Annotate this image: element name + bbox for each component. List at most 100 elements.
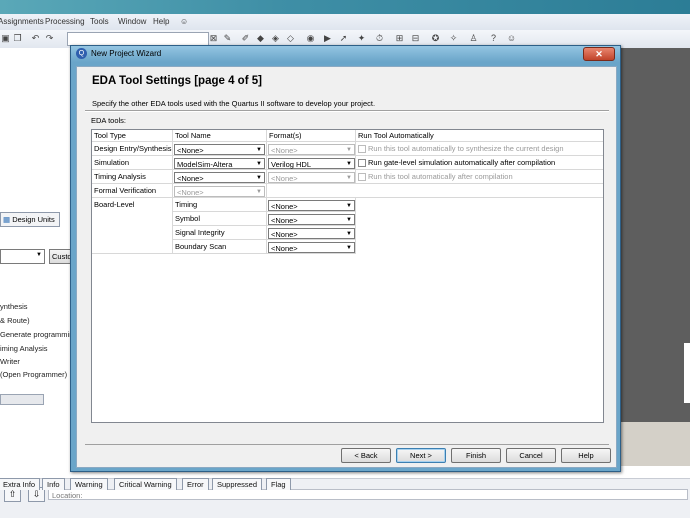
workspace-area	[618, 48, 690, 422]
workspace-panel-edge	[684, 343, 690, 403]
run-automatically-label: Run this tool automatically to synthesiz…	[368, 144, 564, 153]
pencil-icon[interactable]: ✐	[240, 33, 251, 44]
rtl-viewer-icon[interactable]: ⊟	[410, 33, 421, 44]
user-icon[interactable]: ♙	[468, 33, 479, 44]
undo-icon[interactable]: ↶	[30, 33, 41, 44]
redo-icon[interactable]: ↷	[44, 33, 55, 44]
design-units-tab[interactable]: ▦ Design Units	[0, 212, 60, 227]
chip-icon[interactable]: ✪	[430, 33, 441, 44]
task-item[interactable]: iming Analysis	[0, 344, 48, 353]
location-field[interactable]: Location:	[48, 489, 688, 500]
tab-flag[interactable]: Flag	[266, 478, 291, 490]
menu-help[interactable]: Help	[153, 17, 169, 26]
stop-icon[interactable]: ◉	[305, 33, 316, 44]
task-item[interactable]: ynthesis	[0, 302, 28, 311]
menu-assignments[interactable]: Assignments	[0, 17, 44, 26]
board-tool-name: Timing	[173, 198, 267, 212]
pin-icon[interactable]: ✎	[222, 33, 233, 44]
task-item[interactable]: Generate programming	[0, 330, 78, 339]
next-button[interactable]: Next >	[396, 448, 446, 463]
format-value: <None>	[271, 230, 298, 239]
run-automatically-checkbox[interactable]	[358, 145, 366, 153]
board-tool-name: Boundary Scan	[173, 240, 267, 254]
column-header-formats: Format(s)	[267, 130, 356, 142]
cancel-button[interactable]: Cancel	[506, 448, 556, 463]
chevron-down-icon: ▼	[256, 189, 262, 195]
task-item[interactable]: Writer	[0, 357, 20, 366]
chevron-down-icon: ▼	[346, 147, 352, 153]
menu-processing[interactable]: Processing	[45, 17, 85, 26]
help-button[interactable]: Help	[561, 448, 611, 463]
fitter-icon[interactable]: ✦	[356, 33, 367, 44]
help-icon[interactable]: ?	[488, 33, 499, 44]
run-automatically-checkbox[interactable]	[358, 173, 366, 181]
format-select[interactable]: <None> ▼	[268, 172, 355, 183]
format-select[interactable]: <None> ▼	[268, 200, 355, 211]
chip-planner-icon[interactable]: ⊠	[208, 33, 219, 44]
menu-bar: Assignments Processing Tools Window Help…	[0, 14, 690, 30]
chevron-down-icon: ▼	[346, 175, 352, 181]
tool-type-cell: Formal Verification	[92, 184, 173, 198]
column-header-run-automatically: Run Tool Automatically	[356, 130, 603, 142]
dialog-body: EDA Tool Settings [page 4 of 5] Specify …	[76, 66, 617, 468]
run-automatically-checkbox[interactable]	[358, 159, 366, 167]
help-chat-icon[interactable]: ☺	[180, 17, 188, 26]
tab-critical-warning[interactable]: Critical Warning	[114, 478, 177, 490]
format-select[interactable]: <None> ▼	[268, 242, 355, 253]
synthesis-icon[interactable]: ◇	[285, 33, 296, 44]
run-automatically-label: Run gate-level simulation automatically …	[368, 158, 556, 167]
tool-name-select[interactable]: <None> ▼	[174, 186, 265, 197]
format-value: <None>	[271, 202, 298, 211]
tool-name-value: <None>	[177, 174, 204, 183]
settings-icon[interactable]: ◈	[270, 33, 281, 44]
horizontal-scrollbar[interactable]	[0, 394, 44, 405]
finish-button[interactable]: Finish	[451, 448, 501, 463]
close-icon[interactable]: ✕	[583, 47, 615, 61]
left-filter-combo[interactable]: ▼	[0, 249, 45, 264]
analysis-elaboration-icon[interactable]: ➚	[338, 33, 349, 44]
task-item[interactable]: (Open Programmer)	[0, 370, 67, 379]
format-select[interactable]: <None> ▼	[268, 214, 355, 225]
divider	[85, 110, 609, 112]
save-icon[interactable]: ▣	[0, 33, 11, 44]
tab-extra-info[interactable]: Extra Info	[0, 478, 41, 490]
menu-tools[interactable]: Tools	[90, 17, 109, 26]
toolbar-combo[interactable]	[67, 32, 209, 46]
chevron-down-icon: ▼	[256, 147, 262, 153]
tab-warning[interactable]: Warning	[70, 478, 108, 490]
programmer-icon[interactable]: ✧	[448, 33, 459, 44]
format-value: <None>	[271, 146, 298, 155]
messages-panel: ⇧ ⇩ Location:	[0, 466, 690, 518]
format-value: Verilog HDL	[271, 160, 312, 169]
format-value: <None>	[271, 244, 298, 253]
tool-name-select[interactable]: ModelSim-Altera ▼	[174, 158, 265, 169]
format-select[interactable]: <None> ▼	[268, 228, 355, 239]
tab-error[interactable]: Error	[182, 478, 209, 490]
page-title: EDA Tool Settings [page 4 of 5]	[92, 75, 262, 87]
tab-info[interactable]: Info	[42, 478, 65, 490]
eda-tools-label: EDA tools:	[91, 116, 127, 125]
tool-type-cell: Board-Level	[92, 198, 173, 254]
format-select[interactable]: <None> ▼	[268, 144, 355, 155]
timing-icon[interactable]: ⏱	[374, 33, 385, 44]
tab-suppressed[interactable]: Suppressed	[212, 478, 263, 490]
column-header-tool-name: Tool Name	[173, 130, 267, 142]
back-button[interactable]: < Back	[341, 448, 391, 463]
format-select[interactable]: Verilog HDL ▼	[268, 158, 355, 169]
tool-name-select[interactable]: <None> ▼	[174, 172, 265, 183]
format-value: <None>	[271, 216, 298, 225]
dialog-title-bar[interactable]: Q New Project Wizard ✕	[71, 46, 620, 62]
tool-name-select[interactable]: <None> ▼	[174, 144, 265, 155]
task-item[interactable]: & Route)	[0, 316, 30, 325]
analysis-icon[interactable]: ◆	[255, 33, 266, 44]
chevron-down-icon: ▼	[36, 252, 42, 258]
copy-icon[interactable]: ❐	[12, 33, 23, 44]
netlist-icon[interactable]: ⊞	[394, 33, 405, 44]
design-units-label: Design Units	[12, 215, 55, 224]
menu-window[interactable]: Window	[118, 17, 146, 26]
tool-name-value: ModelSim-Altera	[177, 160, 233, 169]
chat-icon[interactable]: ☺	[506, 33, 517, 44]
project-navigator: ▦ Design Units ▼ Custo ynthesis & Route)…	[0, 48, 78, 466]
chevron-down-icon: ▼	[256, 175, 262, 181]
start-compilation-icon[interactable]: ▶	[322, 33, 333, 44]
